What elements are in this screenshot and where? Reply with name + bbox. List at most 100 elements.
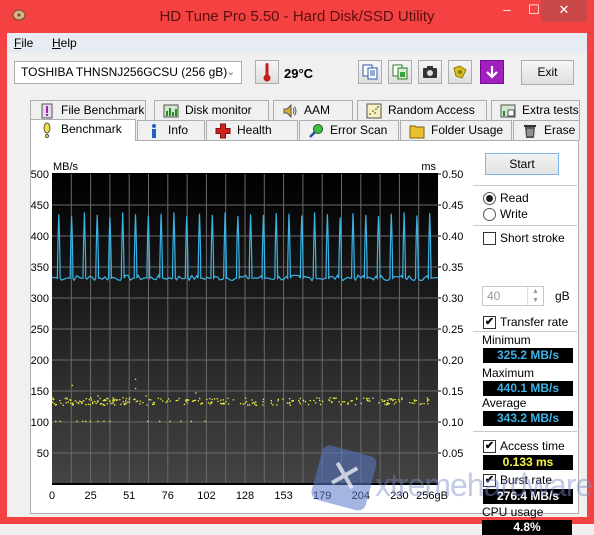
save-button[interactable] xyxy=(480,60,504,84)
access-time-point xyxy=(125,398,128,400)
read-radio[interactable] xyxy=(483,192,496,205)
start-button[interactable]: Start xyxy=(485,153,559,175)
access-time-point xyxy=(221,403,223,405)
disk-monitor-icon xyxy=(163,104,179,118)
access-time-point xyxy=(398,400,401,403)
access-time-point xyxy=(382,400,384,402)
access-time-outlier xyxy=(76,420,78,423)
cpu-usage-readout: 4.8% xyxy=(482,520,572,535)
divider xyxy=(473,331,577,332)
access-time-point xyxy=(185,400,187,402)
spinner-up-icon[interactable]: ▲ xyxy=(532,288,539,295)
short-stroke-spinner[interactable]: 40 ▲ ▼ xyxy=(482,286,544,306)
copy-text-button[interactable] xyxy=(358,60,382,84)
tab-file-benchmark[interactable]: File Benchmark xyxy=(30,100,146,120)
access-time-point xyxy=(160,398,162,400)
extra-tests-icon xyxy=(500,104,516,118)
tab-folder-usage[interactable]: Folder Usage xyxy=(400,120,512,140)
options-icon xyxy=(453,65,467,79)
access-time-point xyxy=(386,404,388,406)
write-label[interactable]: Write xyxy=(500,207,528,221)
options-button[interactable] xyxy=(448,60,472,84)
tab-health[interactable]: Health xyxy=(206,120,298,140)
y-tick-label-right: 0.30 xyxy=(442,293,463,305)
menu-help[interactable]: Help xyxy=(52,36,77,50)
access-time-point xyxy=(152,401,155,404)
short-stroke-checkbox[interactable] xyxy=(483,232,496,245)
benchmark-panel: MB/s ms 500 450 400 350 300 250 200 150 100 50 0.50 0… xyxy=(30,140,579,519)
short-stroke-label[interactable]: Short stroke xyxy=(500,231,565,245)
access-time-point xyxy=(162,400,164,402)
access-time-point xyxy=(108,400,111,402)
average-readout: 343.2 MB/s xyxy=(483,411,573,426)
access-time-point xyxy=(319,403,322,406)
tab-info[interactable]: Info xyxy=(137,120,205,140)
minimize-button[interactable]: – xyxy=(494,0,520,22)
info-icon xyxy=(152,124,156,138)
access-time-point xyxy=(153,403,155,405)
access-time-point xyxy=(65,402,67,404)
access-time-point xyxy=(428,399,430,401)
access-time-point xyxy=(129,397,131,399)
tab-label: Disk monitor xyxy=(185,103,252,117)
client-area: File Help TOSHIBA THNSNJ256GCSU (256 gB)… xyxy=(7,33,587,535)
burst-rate-checkbox[interactable]: ✔ xyxy=(483,474,496,487)
tab-label: Folder Usage xyxy=(431,123,504,137)
exit-button[interactable]: Exit xyxy=(521,60,574,85)
health-cross-icon xyxy=(215,123,231,139)
drive-select[interactable]: TOSHIBA THNSNJ256GCSU (256 gB) ⌄ xyxy=(14,61,242,84)
tab-erase[interactable]: Erase xyxy=(513,120,580,140)
access-time-point xyxy=(199,397,201,400)
menu-file[interactable]: File xyxy=(14,36,33,50)
temperature-button[interactable] xyxy=(255,60,279,84)
read-label[interactable]: Read xyxy=(500,191,529,205)
y-tick-label-right: 0.15 xyxy=(442,386,463,398)
write-radio[interactable] xyxy=(483,208,496,221)
access-time-point xyxy=(255,401,257,403)
tab-disk-monitor[interactable]: Disk monitor xyxy=(154,100,269,120)
access-time-point xyxy=(338,401,340,403)
spinner-arrows[interactable]: ▲ ▼ xyxy=(527,287,543,305)
burst-rate-label[interactable]: Burst rate xyxy=(500,473,552,487)
access-time-point xyxy=(116,399,118,401)
spinner-down-icon[interactable]: ▼ xyxy=(532,297,539,304)
short-stroke-value: 40 xyxy=(487,289,501,303)
access-time-point xyxy=(169,400,171,402)
access-time-point xyxy=(113,399,115,401)
close-button[interactable]: ✕ xyxy=(541,0,587,22)
folder-icon xyxy=(409,125,425,139)
x-tick-label: 128 xyxy=(236,490,254,502)
tab-random-access[interactable]: Random Access xyxy=(357,100,487,120)
benchmark-controls: Start Read Write Short stroke 40 ▲ ▼ gB ✔… xyxy=(467,141,579,519)
tab-aam[interactable]: AAM xyxy=(273,100,353,120)
access-time-point xyxy=(254,403,256,405)
access-time-point xyxy=(270,402,272,404)
menu-bar: File Help xyxy=(7,33,587,53)
access-time-point xyxy=(415,399,417,402)
transfer-rate-checkbox[interactable]: ✔ xyxy=(483,316,496,329)
access-time-point xyxy=(395,401,397,403)
access-time-point xyxy=(426,397,428,399)
y-tick-label-left: 150 xyxy=(31,386,49,398)
tab-benchmark[interactable]: Benchmark xyxy=(30,119,136,141)
access-time-point xyxy=(426,400,429,402)
access-time-point xyxy=(186,402,188,404)
tab-error-scan[interactable]: Error Scan xyxy=(299,120,399,140)
screenshot-button[interactable] xyxy=(418,60,442,84)
access-time-point xyxy=(211,398,213,401)
access-time-point xyxy=(423,403,425,405)
title-bar[interactable]: HD Tune Pro 5.50 - Hard Disk/SSD Utility… xyxy=(0,0,594,34)
access-time-checkbox[interactable]: ✔ xyxy=(483,440,496,453)
access-time-point xyxy=(289,401,291,404)
tab-extra-tests[interactable]: Extra tests xyxy=(491,100,580,120)
copy-info-button[interactable] xyxy=(388,60,412,84)
access-time-point xyxy=(70,402,72,405)
access-time-point xyxy=(123,403,126,406)
access-time-outlier xyxy=(145,395,147,397)
screenshot-camera-icon xyxy=(423,66,437,78)
access-time-point xyxy=(298,399,300,402)
y-tick-label-right: 0.05 xyxy=(442,448,463,460)
transfer-rate-label[interactable]: Transfer rate xyxy=(500,315,568,329)
y-tick-label-left: 450 xyxy=(31,200,49,212)
access-time-label[interactable]: Access time xyxy=(500,439,565,453)
